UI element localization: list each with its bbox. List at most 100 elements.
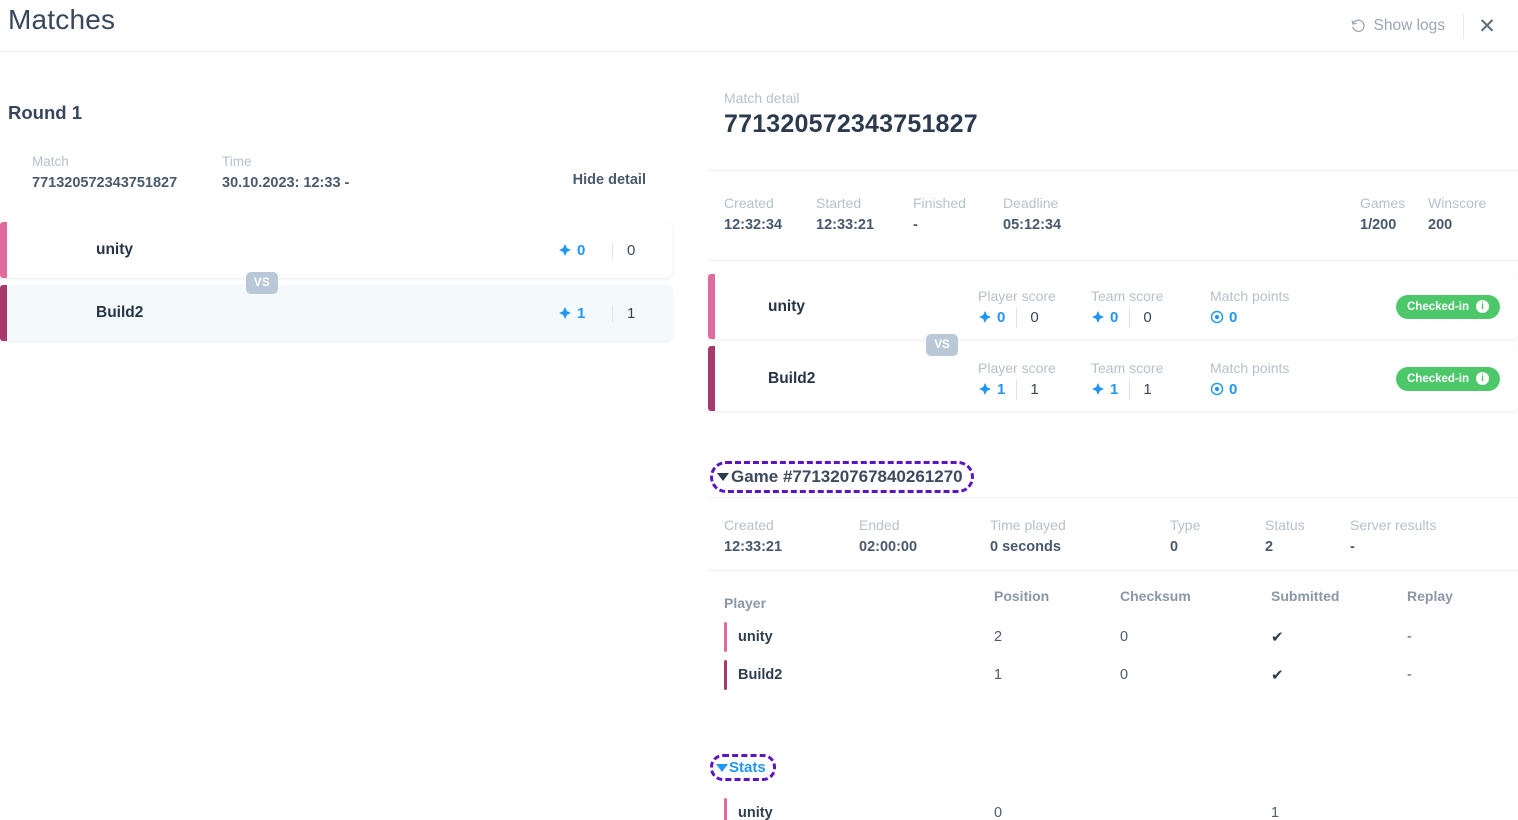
info-label: Finished: [913, 192, 1003, 214]
player-checksum: 0: [1120, 667, 1271, 683]
info-games: Games 1/200: [1360, 192, 1428, 236]
match-detail-id: 771320572343751827: [724, 110, 978, 139]
info-value: 1/200: [1360, 214, 1428, 236]
team-plain-score: 1: [612, 305, 672, 322]
vs-badge: VS: [926, 334, 958, 356]
game-info-created: Created 12:33:21: [724, 514, 859, 558]
match-team-row[interactable]: Build2 1 1: [0, 285, 672, 341]
match-id-value: 771320572343751827: [32, 172, 222, 194]
info-started: Started 12:33:21: [816, 192, 913, 236]
chevron-down-icon: [716, 764, 728, 772]
row-accent-bar: [724, 622, 727, 652]
match-points-group: Match points 0: [1210, 358, 1335, 400]
status-badge-label: Checked-in: [1407, 373, 1469, 385]
team-score-group: Team score 1 1: [1091, 358, 1210, 400]
player-position: 1: [994, 667, 1120, 683]
game-section-toggle[interactable]: Game #771320767840261270: [710, 461, 974, 493]
player-score-icon-value: 1: [978, 379, 1005, 400]
info-value: -: [913, 214, 1003, 236]
game-info-type: Type 0: [1170, 514, 1265, 558]
matches-page: Matches Show logs ✕ Round 1 Match: [0, 0, 1518, 820]
info-icon: i: [1476, 300, 1489, 313]
player-checksum: 0: [1120, 629, 1271, 645]
chevron-down-icon: [717, 473, 729, 481]
match-points-icon-value: 0: [1210, 379, 1237, 400]
match-team-row[interactable]: unity 0 0: [0, 222, 672, 278]
diamond-score-icon: [558, 243, 572, 257]
team-plain-score: 0: [612, 242, 672, 259]
team-accent-bar: [0, 285, 7, 341]
info-label: Winscore: [1428, 192, 1508, 214]
player-name: unity: [738, 805, 773, 820]
team-score-block: 0 0: [558, 242, 672, 259]
show-logs-button[interactable]: Show logs: [1345, 11, 1463, 41]
player-score-label: Player score: [978, 358, 1091, 379]
match-points-label: Match points: [1210, 286, 1335, 307]
column-header-submitted: Submitted: [1271, 588, 1407, 618]
info-label: Type: [1170, 514, 1265, 536]
app-header: Matches Show logs ✕: [0, 0, 1518, 52]
detail-team-row[interactable]: unity Player score 0 0 Team scor: [708, 274, 1518, 339]
row-accent-bar: [724, 798, 727, 820]
player-score-icon-value: 0: [978, 307, 1005, 328]
player-replay: -: [1407, 667, 1508, 683]
info-deadline: Deadline 05:12:34: [1003, 192, 1360, 236]
team-icon-score: 0: [558, 242, 612, 259]
info-value: -: [1350, 536, 1508, 558]
game-info-time-played: Time played 0 seconds: [990, 514, 1170, 558]
team-name: unity: [768, 298, 978, 316]
info-value: 0 seconds: [990, 536, 1170, 558]
info-value: 2: [1265, 536, 1350, 558]
team-icon-score-value: 1: [577, 305, 585, 322]
info-value: 12:32:34: [724, 214, 816, 236]
stats-section-toggle[interactable]: Stats: [710, 754, 776, 781]
info-label: Server results: [1350, 514, 1508, 536]
page-title: Matches: [8, 4, 115, 36]
team-icon-score-value: 0: [577, 242, 585, 259]
table-row[interactable]: unity 2 0 ✔ -: [724, 618, 1508, 656]
table-row[interactable]: unity 0 1: [724, 794, 1508, 820]
player-submitted-check-icon: ✔: [1271, 628, 1407, 646]
info-winscore: Winscore 200: [1428, 192, 1508, 236]
status-badge-label: Checked-in: [1407, 301, 1469, 313]
match-time-value: 30.10.2023: 12:33 -: [222, 172, 573, 194]
bullseye-icon: [1210, 382, 1224, 396]
hide-detail-toggle[interactable]: Hide detail: [573, 152, 646, 188]
detail-team-row[interactable]: Build2 Player score 1 1 Team sco: [708, 346, 1518, 411]
stat-value-3: 1: [1271, 805, 1407, 820]
player-score-group: Player score 0 0: [978, 286, 1091, 328]
game-info-server-results: Server results -: [1350, 514, 1508, 558]
info-value: 05:12:34: [1003, 214, 1360, 236]
match-points-group: Match points 0: [1210, 286, 1335, 328]
info-value: 12:33:21: [816, 214, 913, 236]
detail-divider: [708, 260, 1518, 261]
player-score-plain: 1: [1016, 379, 1038, 400]
game-info-ended: Ended 02:00:00: [859, 514, 990, 558]
match-card: unity 0 0 Build2: [0, 222, 672, 341]
close-icon[interactable]: ✕: [1464, 3, 1510, 49]
info-created: Created 12:32:34: [724, 192, 816, 236]
match-id-label: Match: [32, 152, 222, 172]
table-header-row: Player Position Checksum Submitted Repla…: [724, 588, 1508, 618]
match-points-icon-value: 0: [1210, 307, 1237, 328]
player-position: 2: [994, 629, 1120, 645]
player-score-group: Player score 1 1: [978, 358, 1091, 400]
info-label: Status: [1265, 514, 1350, 536]
row-accent-bar: [724, 660, 727, 690]
player-submitted-check-icon: ✔: [1271, 666, 1407, 684]
match-time-field: Time 30.10.2023: 12:33 -: [222, 152, 573, 194]
table-row[interactable]: Build2 1 0 ✔ -: [724, 656, 1508, 694]
info-label: Started: [816, 192, 913, 214]
status-badge[interactable]: Checked-in i: [1396, 367, 1500, 391]
player-replay: -: [1407, 629, 1508, 645]
team-score-label: Team score: [1091, 286, 1210, 307]
status-badge[interactable]: Checked-in i: [1396, 295, 1500, 319]
team-score-plain: 1: [1129, 379, 1151, 400]
diamond-score-icon: [978, 382, 992, 396]
team-name: Build2: [768, 370, 978, 388]
match-detail-label: Match detail: [724, 90, 799, 106]
game-info-status: Status 2: [1265, 514, 1350, 558]
team-accent-bar: [708, 274, 715, 339]
diamond-score-icon: [558, 306, 572, 320]
match-detail-panel: Match detail 771320572343751827 Created …: [700, 52, 1518, 820]
